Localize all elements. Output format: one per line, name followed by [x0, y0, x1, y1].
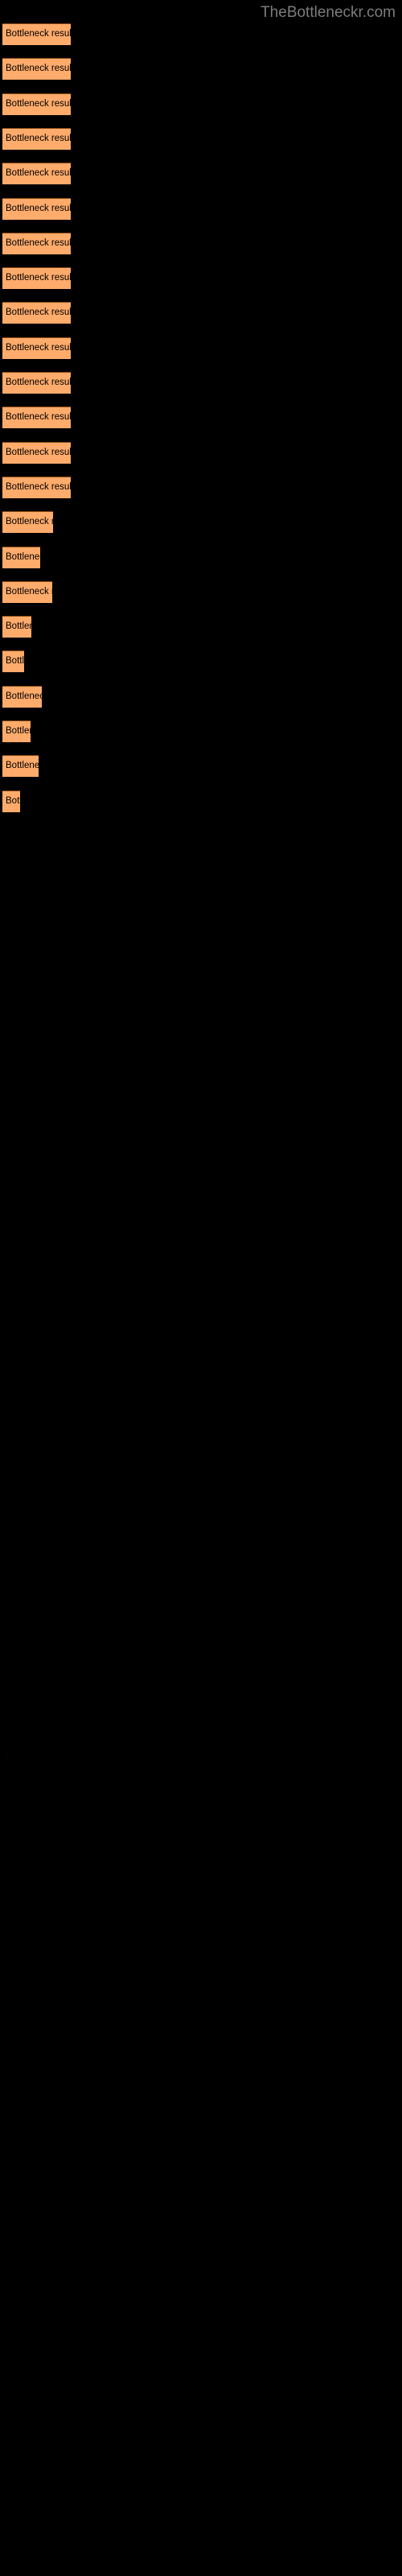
bar: Bottleneck result	[2, 23, 71, 45]
bar-label: Bottleneck result	[6, 656, 24, 667]
bar-row: Bottleneck result	[0, 232, 402, 254]
bar-label: Bottleneck result	[6, 586, 52, 597]
bar-row: Bottleneck result	[0, 441, 402, 464]
bar-label: Bottleneck result	[6, 447, 71, 457]
bar: Bottleneck result	[2, 616, 31, 638]
bar-label: Bottleneck result	[6, 237, 71, 248]
bar-label: Bottleneck result	[6, 761, 39, 771]
bar: Bottleneck result	[2, 441, 71, 464]
bar-label: Bottleneck result	[6, 795, 20, 806]
bar: Bottleneck result	[2, 476, 71, 498]
bar-row: Bottleneck result	[0, 93, 402, 115]
bar-row: Bottleneck result	[0, 267, 402, 290]
bar-row: Bottleneck result	[0, 197, 402, 220]
bar-row: Bottleneck result	[0, 685, 402, 708]
bar-row: Bottleneck result	[0, 127, 402, 150]
bar: Bottleneck result	[2, 720, 31, 742]
bar-row: Bottleneck result	[0, 336, 402, 359]
bar: Bottleneck result	[2, 685, 42, 708]
bar: Bottleneck result	[2, 650, 24, 673]
bar-row: Bottleneck result	[0, 511, 402, 534]
bar-label: Bottleneck result	[6, 64, 71, 74]
bar: Bottleneck result	[2, 127, 71, 150]
bar-row: Bottleneck result	[0, 790, 402, 812]
bar-label: Bottleneck result	[6, 133, 71, 143]
bar-label: Bottleneck result	[6, 481, 71, 492]
bar-row: Bottleneck result	[0, 546, 402, 568]
bar: Bottleneck result	[2, 197, 71, 220]
bar: Bottleneck result	[2, 336, 71, 359]
bar-label: Bottleneck result	[6, 621, 31, 632]
bar-label: Bottleneck result	[6, 29, 71, 39]
bar-row: Bottleneck result	[0, 580, 402, 603]
bar-row: Bottleneck result	[0, 372, 402, 394]
bar-label: Bottleneck result	[6, 273, 71, 283]
bar-label: Bottleneck result	[6, 691, 42, 701]
bar: Bottleneck result	[2, 232, 71, 254]
bar: Bottleneck result	[2, 372, 71, 394]
bar-row: Bottleneck result	[0, 650, 402, 673]
bar-label: Bottleneck result	[6, 203, 71, 213]
bar: Bottleneck result	[2, 511, 53, 534]
bar: Bottleneck result	[2, 407, 71, 429]
bar-chart-plot-area: Bottleneck result Bottleneck result Bottle…	[0, 0, 402, 2576]
bar: Bottleneck result	[2, 267, 71, 290]
bar-row: Bottleneck result	[0, 755, 402, 778]
bar: Bottleneck result	[2, 755, 39, 778]
bar: Bottleneck result	[2, 93, 71, 115]
bar: Bottleneck result	[2, 58, 71, 80]
bar-row: Bottleneck result	[0, 23, 402, 45]
bar-label: Bottleneck result	[6, 378, 71, 387]
bar-row: Bottleneck result	[0, 616, 402, 638]
bar: Bottleneck result	[2, 580, 52, 603]
bar-row: Bottleneck result	[0, 720, 402, 742]
bar-label: Bottleneck result	[6, 308, 71, 318]
bar-label: Bottleneck result	[6, 98, 71, 109]
bar-label: Bottleneck result	[6, 168, 71, 179]
bar-label: Bottleneck result	[6, 517, 53, 527]
bar-label: Bottleneck result	[6, 412, 71, 423]
bar-label: Bottleneck result	[6, 551, 40, 562]
bar-row: Bottleneck result	[0, 407, 402, 429]
bar: Bottleneck result	[2, 163, 71, 185]
bar: Bottleneck result	[2, 790, 20, 812]
bar-row: Bottleneck result	[0, 58, 402, 80]
bar: Bottleneck result	[2, 302, 71, 324]
bar-row: Bottleneck result	[0, 163, 402, 185]
chart-root: TheBottleneckr.com Bottleneck result Bott…	[0, 0, 402, 2576]
bar-label: Bottleneck result	[6, 342, 71, 353]
bar-label: Bottleneck result	[6, 726, 31, 736]
bar-row: Bottleneck result	[0, 302, 402, 324]
bar-row: Bottleneck result	[0, 476, 402, 498]
bar: Bottleneck result	[2, 546, 40, 568]
